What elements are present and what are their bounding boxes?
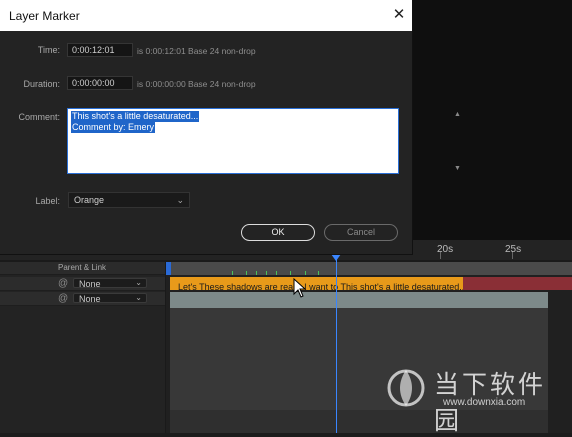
cache-mark bbox=[305, 271, 306, 275]
cache-mark bbox=[318, 271, 319, 275]
close-icon[interactable]: ✕ bbox=[388, 4, 410, 26]
composition-viewer bbox=[412, 0, 572, 260]
scroll-down-icon[interactable]: ▼ bbox=[454, 165, 461, 172]
layer-bar-gray[interactable] bbox=[170, 292, 548, 308]
time-info: is 0:00:12:01 Base 24 non-drop bbox=[137, 46, 256, 56]
time-field[interactable]: 0:00:12:01 bbox=[67, 43, 133, 57]
parent-dropdown[interactable]: None ⌄ bbox=[73, 278, 147, 289]
playhead-line[interactable] bbox=[336, 256, 337, 433]
chevron-down-icon: ⌄ bbox=[176, 195, 184, 205]
layer-row[interactable]: @ None ⌄ bbox=[0, 277, 165, 291]
layer-marker-dialog: Layer Marker ✕ Time: 0:00:12:01 is 0:00:… bbox=[0, 0, 461, 254]
comment-textarea[interactable]: This shot's a little desaturated... Comm… bbox=[67, 108, 461, 174]
duration-info: is 0:00:00:00 Base 24 non-drop bbox=[137, 79, 256, 89]
duration-label: Duration: bbox=[23, 79, 60, 89]
work-area-bar[interactable] bbox=[169, 262, 572, 275]
work-area-start-handle[interactable] bbox=[166, 262, 171, 275]
cache-mark bbox=[276, 271, 277, 275]
parent-value: None bbox=[79, 294, 101, 304]
watermark-logo-icon bbox=[387, 369, 425, 407]
dialog-title: Layer Marker bbox=[9, 9, 80, 23]
layer-column-header: Parent & Link bbox=[0, 262, 165, 275]
chevron-down-icon: ⌄ bbox=[135, 278, 142, 287]
cache-mark bbox=[232, 271, 233, 275]
cancel-button[interactable]: Cancel bbox=[324, 224, 398, 241]
pick-whip-icon[interactable]: @ bbox=[58, 278, 68, 289]
cache-mark bbox=[256, 271, 257, 275]
ruler-label-20s: 20s bbox=[437, 244, 454, 255]
watermark-url: www.downxia.com bbox=[443, 397, 526, 408]
pick-whip-icon[interactable]: @ bbox=[58, 293, 68, 304]
cache-mark bbox=[266, 271, 267, 275]
layer-panel: @ None ⌄ @ None ⌄ bbox=[0, 275, 165, 433]
cache-mark bbox=[246, 271, 247, 275]
comment-line-selected: This shot's a little desaturated... bbox=[71, 111, 200, 122]
parent-link-header: Parent & Link bbox=[58, 263, 107, 272]
layer-row[interactable]: @ None ⌄ bbox=[0, 292, 165, 306]
playhead-handle-icon[interactable] bbox=[331, 254, 341, 261]
comment-label: Comment: bbox=[18, 112, 60, 122]
marker-text: Let's These shadows are really I want to… bbox=[178, 282, 463, 290]
scroll-up-icon[interactable]: ▲ bbox=[454, 111, 461, 118]
ruler-label-25s: 25s bbox=[505, 244, 522, 255]
ok-button[interactable]: OK bbox=[241, 224, 315, 241]
layer-marker-comments[interactable]: Let's These shadows are really I want to… bbox=[170, 277, 463, 290]
parent-value: None bbox=[79, 279, 101, 289]
parent-dropdown[interactable]: None ⌄ bbox=[73, 293, 147, 304]
label-value: Orange bbox=[74, 195, 105, 205]
time-label: Time: bbox=[37, 45, 60, 55]
mouse-cursor-icon bbox=[293, 278, 307, 298]
duration-field[interactable]: 0:00:00:00 bbox=[67, 76, 133, 90]
label-label: Label: bbox=[35, 196, 60, 206]
chevron-down-icon: ⌄ bbox=[135, 293, 142, 302]
label-color-dropdown[interactable]: Orange ⌄ bbox=[68, 192, 190, 208]
comment-line-selected: Comment by: Emery bbox=[71, 122, 156, 133]
cache-mark bbox=[290, 271, 291, 275]
